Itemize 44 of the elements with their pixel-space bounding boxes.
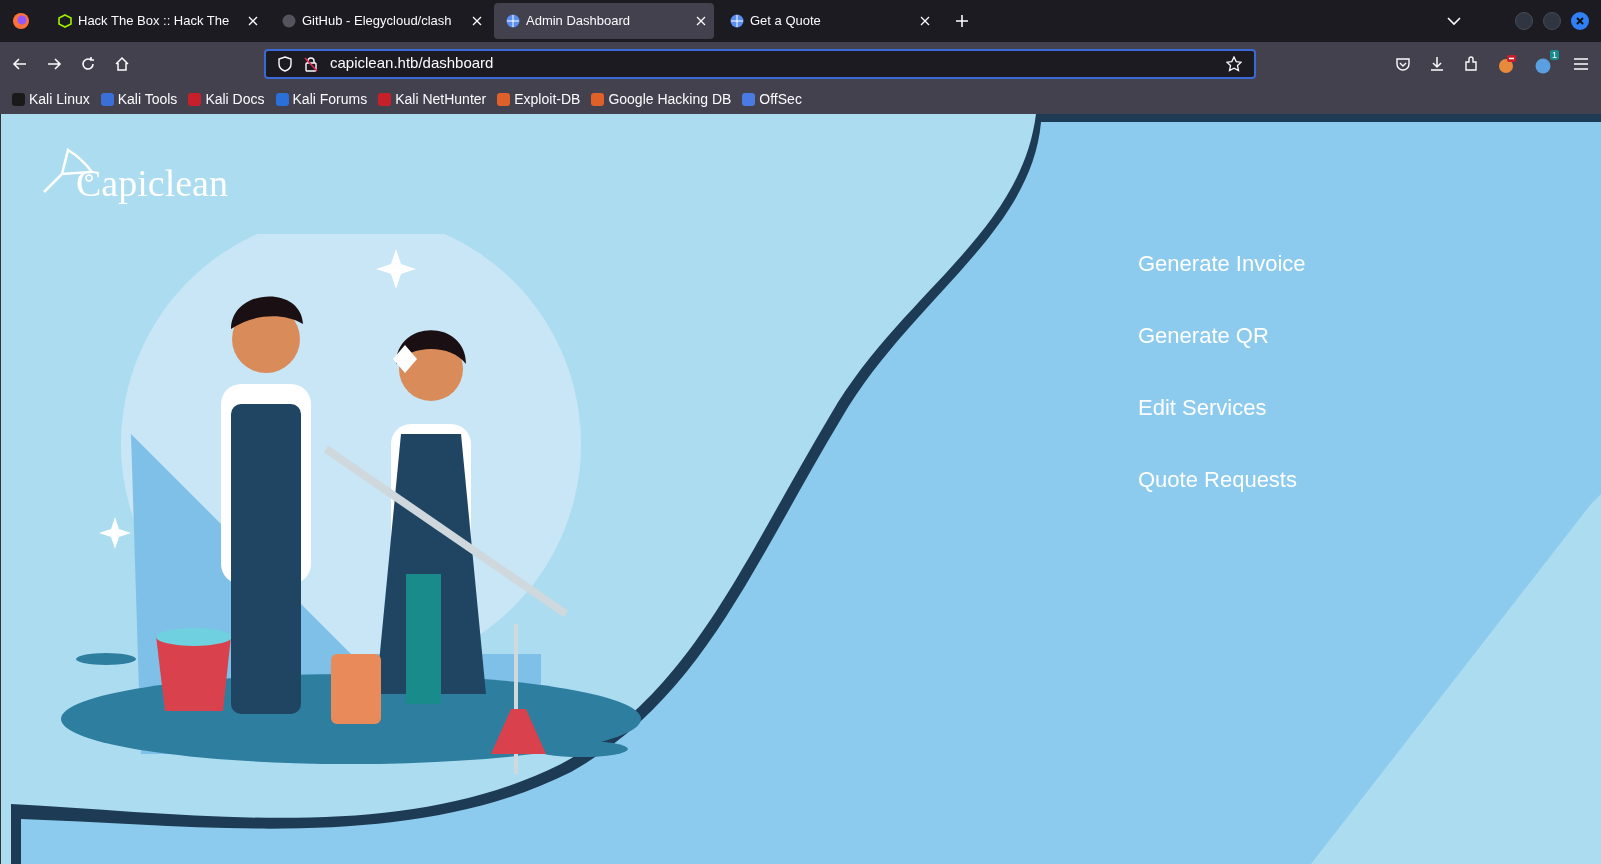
globe-icon (730, 14, 744, 28)
shield-icon (278, 55, 292, 72)
bookmark-link[interactable]: Kali Linux (12, 89, 90, 110)
globe-icon (506, 14, 520, 28)
tab-title: Admin Dashboard (526, 12, 632, 31)
pocket-icon[interactable] (1395, 55, 1411, 72)
url-text: capiclean.htb/dashboard (330, 53, 495, 74)
bookmark-link[interactable]: Exploit-DB (497, 89, 581, 110)
extensions-icon[interactable] (1463, 55, 1479, 72)
logo-text: Capiclean (76, 164, 228, 202)
bookmark-link[interactable]: Google Hacking DB (591, 89, 732, 110)
menu-icon[interactable] (1573, 56, 1589, 71)
download-icon[interactable] (1429, 55, 1445, 72)
extension-badge: 1 (1550, 49, 1559, 60)
browser-tab[interactable]: GitHub - Elegycloud/clash (270, 3, 490, 39)
extension-icon[interactable] (1535, 57, 1551, 74)
close-tab-icon[interactable] (472, 16, 482, 26)
browser-tab[interactable]: Hack The Box :: Hack The (46, 3, 266, 39)
tab-title: Hack The Box :: Hack The (78, 12, 231, 31)
address-bar[interactable]: capiclean.htb/dashboard (264, 48, 1256, 79)
bookmark-link[interactable]: Kali Tools (100, 89, 178, 110)
home-icon[interactable] (114, 55, 130, 72)
plus-icon (955, 14, 969, 28)
star-icon[interactable] (1226, 55, 1242, 72)
bookmark-link[interactable]: Kali NetHunter (378, 89, 487, 110)
fox-extension-icon[interactable] (1497, 53, 1517, 74)
bookmark-link[interactable]: Kali Forums (275, 89, 368, 110)
browser-tab[interactable]: Admin Dashboard (494, 3, 714, 39)
close-button[interactable] (1571, 12, 1589, 30)
tab-title: GitHub - Elegycloud/clash (302, 12, 453, 31)
close-tab-icon[interactable] (696, 16, 706, 26)
bookmark-link[interactable]: Kali Docs (188, 89, 265, 110)
tab-title: Get a Quote (750, 12, 822, 31)
bookmark-link[interactable]: OffSec (742, 89, 802, 110)
back-icon[interactable] (12, 55, 28, 72)
cube-icon (58, 14, 72, 28)
firefox-icon[interactable] (12, 12, 30, 30)
close-tab-icon[interactable] (248, 16, 258, 26)
browser-tab[interactable]: Get a Quote (718, 3, 938, 39)
reload-icon[interactable] (80, 55, 96, 72)
close-tab-icon[interactable] (920, 16, 930, 26)
tab-list-icon[interactable] (1447, 16, 1461, 26)
insecure-lock-icon (304, 55, 318, 72)
forward-icon[interactable] (46, 55, 62, 72)
